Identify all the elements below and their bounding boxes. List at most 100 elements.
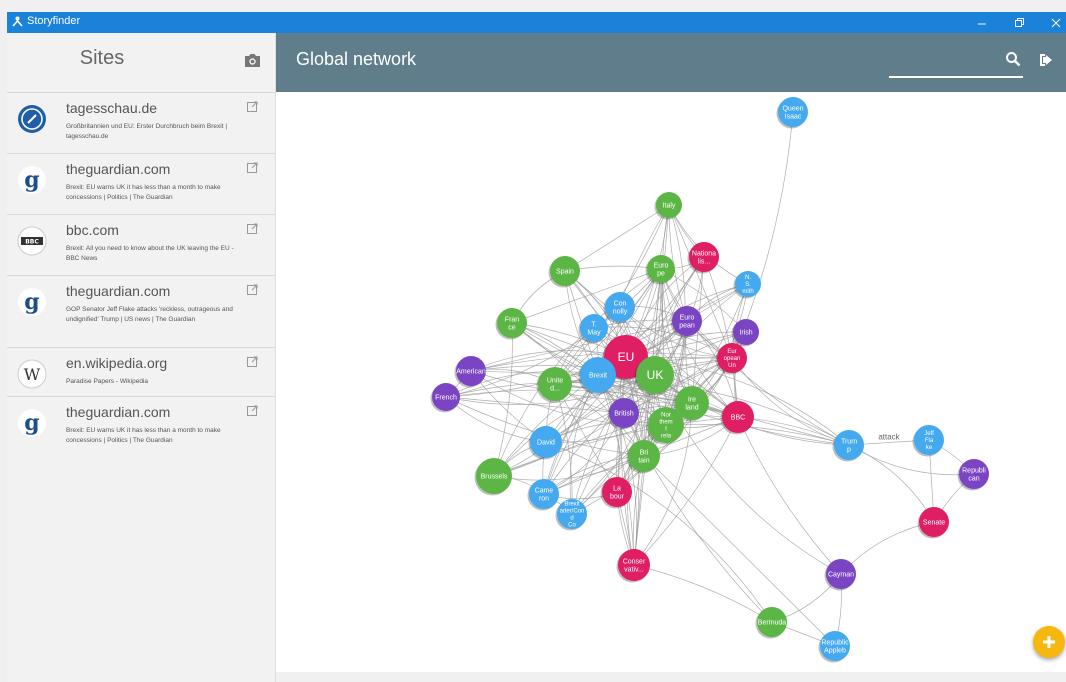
camera-icon[interactable] [244, 52, 261, 69]
node-label: EU [618, 350, 635, 364]
graph-node-cameron[interactable]: Came ron [527, 479, 560, 511]
site-description: Großbritannien und EU: Erster Durchbruch… [66, 123, 228, 140]
open-external-icon[interactable] [247, 101, 258, 112]
graph-node-brussels[interactable]: Brussels [474, 458, 513, 496]
svg-text:g: g [24, 410, 39, 436]
graph-node-french[interactable]: French [430, 383, 461, 413]
plus-icon [1043, 636, 1055, 648]
graph-node-trump[interactable]: Trum p [832, 430, 865, 462]
site-item[interactable]: BBC bbc.com Brexit: All you need to know… [7, 215, 275, 276]
site-description: Brexit: All you need to know about the U… [66, 245, 234, 262]
graph-node-queen[interactable]: Queen Isaac [776, 97, 809, 129]
network-graph[interactable]: attack Queen Isaac Italy Nationa lis... Euro p… [276, 92, 1066, 672]
graph-node-irish[interactable]: Irish [731, 319, 760, 347]
graph-node-tmay[interactable]: T. May [578, 314, 609, 344]
site-domain: tagesschau.de [66, 100, 158, 116]
graph-node-united[interactable]: Unite d... [536, 367, 573, 403]
graph-edge [848, 444, 975, 476]
svg-text:g: g [24, 289, 39, 315]
bbc-logo-icon: BBC [17, 226, 47, 256]
graph-node-bermuda[interactable]: Bermuda [755, 607, 788, 639]
search-icon[interactable] [1005, 51, 1021, 67]
node-label: Bri tain [638, 449, 649, 464]
node-label: Queen Isaac [782, 105, 803, 120]
site-item[interactable]: W en.wikipedia.org Paradise Papers - Wik… [7, 348, 275, 397]
site-item[interactable]: g theguardian.com Brexit: EU warns UK it… [7, 397, 275, 457]
graph-node-flake[interactable]: Jeff Fla ke [912, 425, 945, 457]
graph-edge [643, 455, 836, 647]
title-bar: Storyfinder [7, 12, 1066, 33]
graph-node-france[interactable]: Fran ce [495, 308, 528, 340]
network-graph-canvas[interactable]: attack Queen Isaac Italy Nationa lis... Euro p… [276, 92, 1066, 672]
open-external-icon[interactable] [247, 162, 258, 173]
graph-node-nationalists[interactable]: Nationa lis... [687, 242, 720, 274]
graph-node-conservative[interactable]: Conser vativ... [616, 549, 651, 583]
graph-node-northern[interactable]: Nor them Irela [646, 407, 685, 445]
open-external-icon[interactable] [247, 223, 258, 234]
tagesschau-logo-icon [17, 104, 47, 134]
graph-edge [848, 444, 935, 523]
graph-node-european1[interactable]: Euro pean [670, 306, 703, 338]
node-label: Spain [556, 268, 574, 275]
open-external-icon[interactable] [247, 405, 258, 416]
node-label: British [614, 410, 634, 417]
site-domain: theguardian.com [66, 283, 171, 299]
site-description: GOP Senator Jeff Flake attacks 'reckless… [66, 306, 233, 323]
graph-node-david[interactable]: David [528, 426, 563, 460]
graph-nodes[interactable]: Queen Isaac Italy Nationa lis... Euro pe N. S. mi… [430, 97, 990, 663]
site-domain: bbc.com [66, 222, 119, 238]
site-domain: en.wikipedia.org [66, 355, 168, 371]
node-label: American [456, 368, 486, 375]
site-domain: theguardian.com [66, 161, 171, 177]
graph-node-senate[interactable]: Senate [917, 507, 950, 539]
site-item[interactable]: g theguardian.com GOP Senator Jeff Flake… [7, 276, 275, 348]
graph-node-spain[interactable]: Spain [548, 256, 581, 288]
graph-node-republican[interactable]: Republi can [957, 459, 990, 491]
search-input[interactable] [889, 76, 1023, 78]
graph-edge-labels: attack [878, 433, 900, 442]
site-item[interactable]: tagesschau.de Großbritannien und EU: Ers… [7, 93, 275, 154]
node-label: BBC [731, 414, 745, 421]
logout-icon[interactable] [1038, 52, 1054, 68]
site-item[interactable]: g theguardian.com Brexit: EU warns UK it… [7, 154, 275, 215]
app-title-text: Storyfinder [27, 15, 81, 27]
sidebar-title: Sites [79, 47, 125, 69]
node-label: Republic Appleb [821, 639, 849, 654]
graph-node-nsmith[interactable]: N. S. mith [733, 271, 762, 299]
node-label: Con nolly [613, 300, 628, 315]
guardian-logo-icon: g [17, 287, 47, 317]
graph-node-europe[interactable]: Euro pe [645, 255, 676, 285]
node-label: Irish [739, 329, 752, 336]
close-button[interactable] [1036, 12, 1066, 33]
guardian-logo-icon: g [17, 408, 47, 438]
svg-text:W: W [24, 365, 41, 384]
node-label: Brexit [589, 372, 607, 379]
node-label: Bermuda [758, 619, 787, 626]
graph-node-connolly[interactable]: Con nolly [603, 292, 636, 324]
graph-node-italy[interactable]: Italy [654, 192, 683, 220]
open-external-icon[interactable] [247, 284, 258, 295]
graph-node-european2[interactable]: Eur opean Un [715, 343, 748, 375]
guardian-logo-icon: g [17, 165, 47, 195]
restore-button[interactable] [999, 12, 1039, 33]
site-description: Brexit: EU warns UK it has less than a m… [66, 427, 221, 444]
open-external-icon[interactable] [247, 356, 258, 367]
graph-node-appleby[interactable]: Republic Appleb [818, 631, 851, 663]
sidebar-header: Sites [7, 33, 275, 93]
svg-text:BBC: BBC [25, 239, 39, 246]
node-label: David [537, 439, 555, 446]
node-label: Cayman [828, 571, 854, 578]
node-label: Senate [923, 519, 945, 526]
main-header: Global network [276, 33, 1066, 92]
graph-node-britain[interactable]: Bri tain [626, 440, 661, 474]
minimize-button[interactable] [962, 12, 1002, 33]
graph-node-cayman[interactable]: Cayman [824, 559, 857, 591]
node-label: Italy [663, 202, 676, 209]
app-logo-icon [12, 16, 23, 27]
edge-label: attack [878, 433, 900, 442]
add-button[interactable] [1033, 626, 1065, 658]
site-description: Paradise Papers - Wikipedia [66, 378, 149, 385]
graph-edge [545, 441, 773, 623]
site-domain: theguardian.com [66, 404, 171, 420]
app-title: Storyfinder [12, 15, 80, 27]
